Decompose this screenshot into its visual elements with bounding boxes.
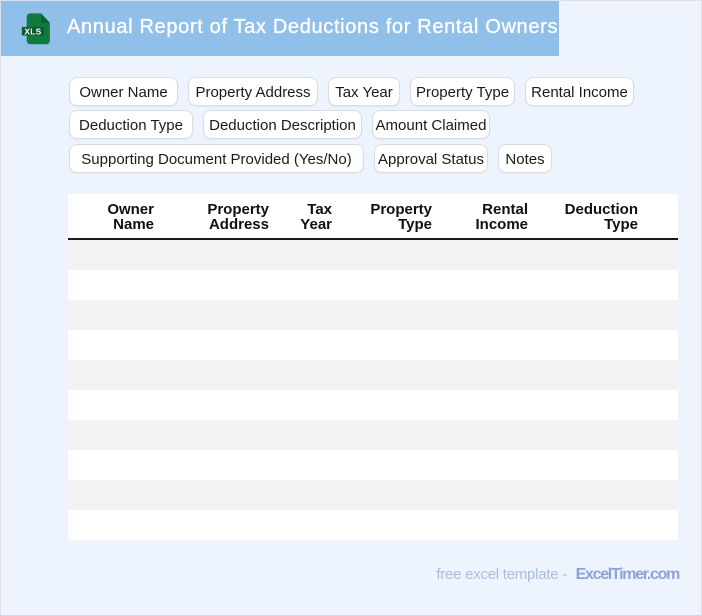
- svg-text:XLS: XLS: [24, 26, 41, 36]
